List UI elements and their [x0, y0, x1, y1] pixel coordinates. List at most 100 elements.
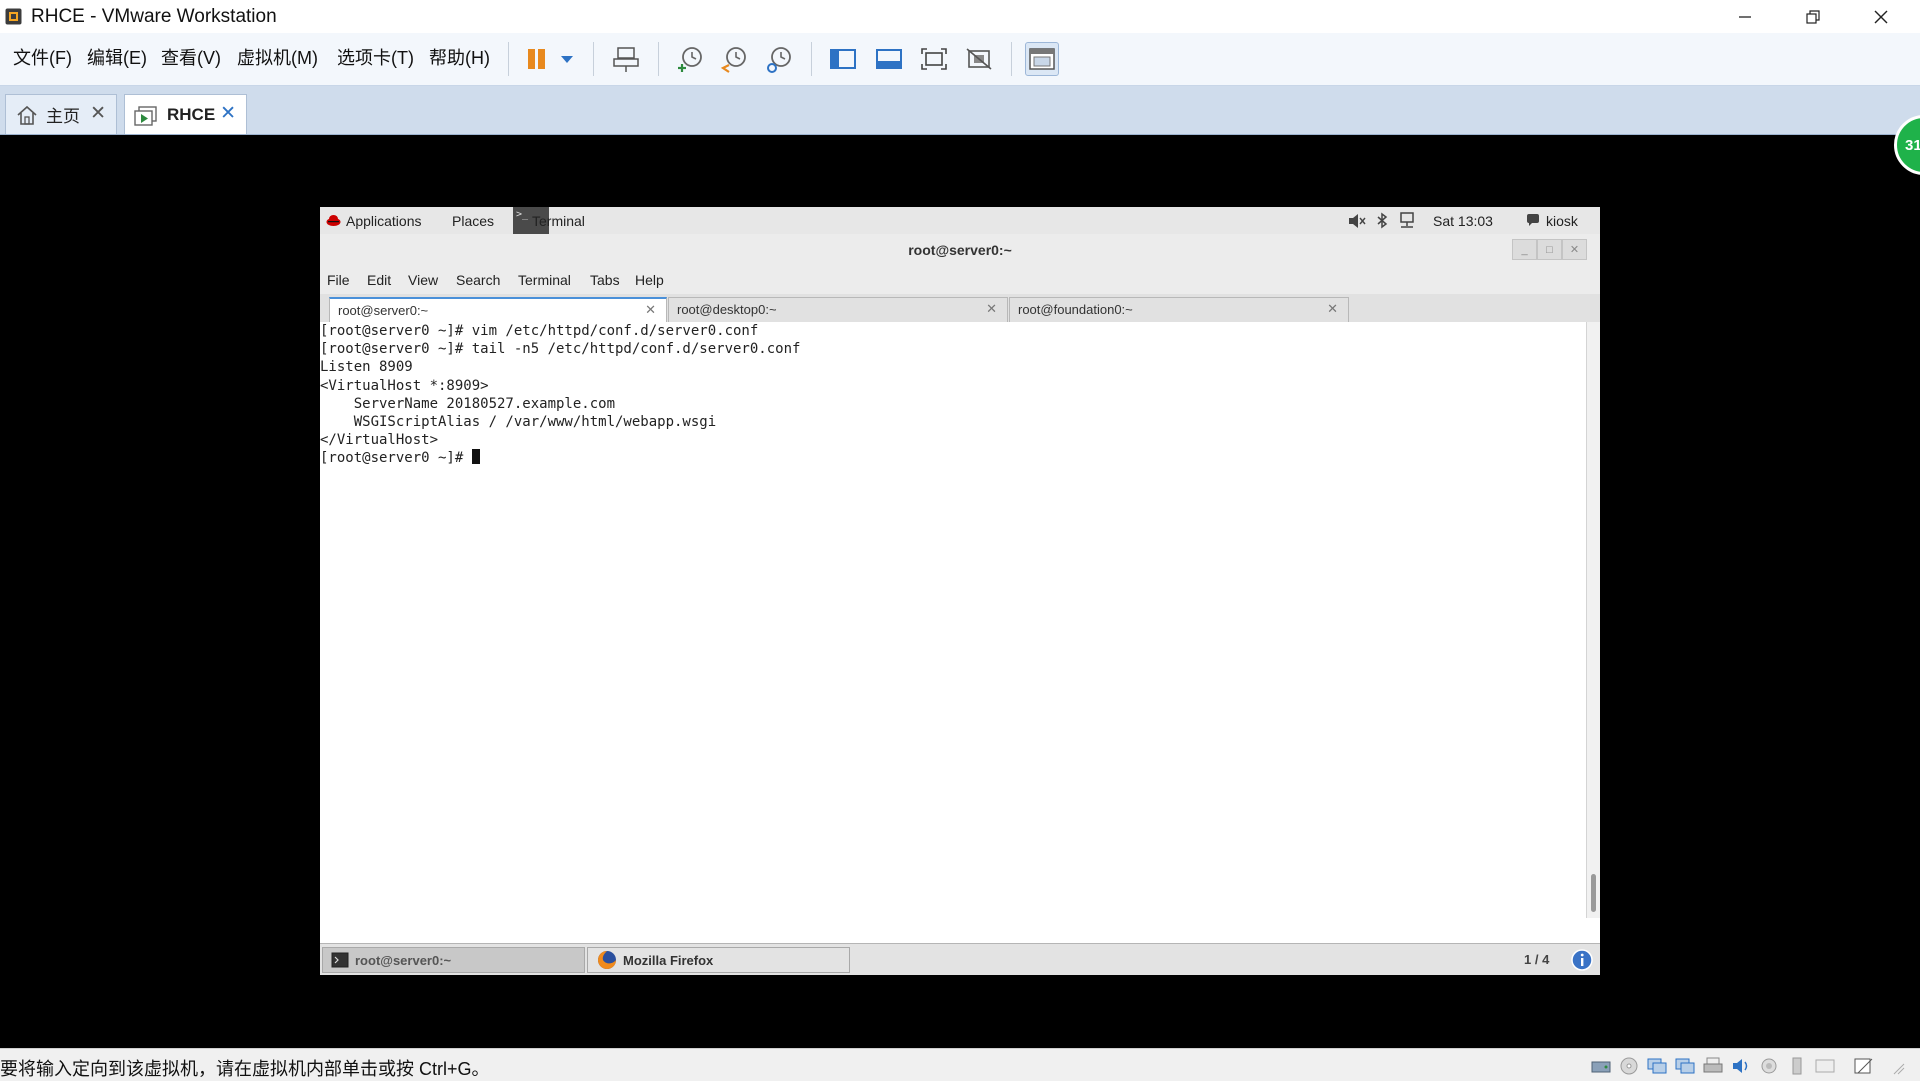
power-dropdown-button[interactable] [552, 42, 582, 76]
terminal-menu-view[interactable]: View [408, 271, 438, 289]
library-sidebar-icon [830, 49, 856, 69]
pause-icon [528, 49, 545, 69]
console-view-button[interactable] [1025, 42, 1059, 76]
menu-vm[interactable]: 虚拟机(M) [237, 47, 318, 69]
menu-help[interactable]: 帮助(H) [429, 47, 490, 69]
terminal-tab-label: root@server0:~ [338, 303, 429, 318]
terminal-menu-help[interactable]: Help [635, 271, 664, 289]
sound-card-icon[interactable] [1730, 1056, 1752, 1076]
terminal-window: root@server0:~ _ □ ✕ File Edit View Sear… [320, 234, 1600, 950]
removable-device-icon[interactable] [1786, 1056, 1808, 1076]
terminal-menu-file[interactable]: File [327, 271, 350, 289]
terminal-menu-terminal[interactable]: Terminal [518, 271, 571, 289]
home-icon [17, 105, 37, 125]
terminal-tab-server0[interactable]: root@server0:~ ✕ [329, 297, 667, 322]
terminal-line: ServerName 20180527.example.com [320, 395, 616, 412]
terminal-output[interactable]: [root@server0 ~]# vim /etc/httpd/conf.d/… [320, 322, 1586, 918]
taskbar-item-terminal[interactable]: root@server0:~ [322, 947, 585, 973]
cd-dvd-icon[interactable] [1618, 1056, 1640, 1076]
maximize-icon: □ [1546, 243, 1553, 256]
window-title: RHCE - VMware Workstation [31, 6, 277, 27]
revert-snapshot-button[interactable] [717, 42, 751, 76]
terminal-close-button[interactable]: ✕ [1562, 239, 1587, 260]
menu-file[interactable]: 文件(F) [13, 47, 72, 69]
active-app-label[interactable]: Terminal [532, 212, 585, 230]
take-snapshot-button[interactable] [673, 42, 707, 76]
terminal-line: WSGIScriptAlias / /var/www/html/webapp.w… [320, 413, 717, 430]
message-log-icon[interactable] [1852, 1056, 1874, 1076]
toolbar-separator [658, 42, 659, 76]
send-ctrl-alt-del-button[interactable] [609, 42, 643, 76]
terminal-menu-tabs[interactable]: Tabs [590, 271, 620, 289]
toolbar-separator [1011, 42, 1012, 76]
app-menubar: 文件(F) 编辑(E) 查看(V) 虚拟机(M) 选项卡(T) 帮助(H) [0, 33, 1920, 86]
toolbar-separator [593, 42, 594, 76]
terminal-line: [root@server0 ~]# tail -n5 /etc/httpd/co… [320, 341, 801, 358]
keyboard-send-icon [613, 47, 639, 72]
workspace-indicator[interactable]: 1 / 4 [1524, 952, 1549, 967]
terminal-line: [root@server0 ~]# vim /etc/httpd/conf.d/… [320, 323, 759, 339]
terminal-tab-desktop0[interactable]: root@desktop0:~ ✕ [668, 297, 1008, 322]
close-icon [1874, 10, 1888, 23]
terminal-titlebar[interactable]: root@server0:~ _ □ ✕ [320, 234, 1600, 266]
restore-icon [1806, 9, 1820, 24]
hard-disk-icon[interactable] [1590, 1056, 1612, 1076]
taskbar-item-label: root@server0:~ [355, 952, 452, 968]
tab-home[interactable]: 主页 ✕ [5, 94, 117, 134]
minimize-icon: _ [1521, 243, 1528, 256]
terminal-tab-foundation0[interactable]: root@foundation0:~ ✕ [1009, 297, 1349, 322]
info-notification-icon[interactable] [1571, 949, 1593, 971]
text-cursor [471, 449, 480, 465]
menu-edit[interactable]: 编辑(E) [87, 47, 147, 69]
close-tab-icon[interactable]: ✕ [645, 302, 656, 318]
applications-menu[interactable]: Applications [346, 212, 422, 230]
tab-rhce-label: RHCE [167, 104, 216, 124]
show-library-button[interactable] [826, 42, 860, 76]
terminal-tab-bar: root@server0:~ ✕ root@desktop0:~ ✕ root@… [320, 294, 1600, 323]
network-adapter-icon[interactable] [1674, 1056, 1696, 1076]
volume-muted-icon[interactable] [1348, 213, 1366, 229]
places-menu[interactable]: Places [452, 212, 494, 230]
firefox-icon [598, 951, 616, 969]
terminal-minimize-button[interactable]: _ [1512, 239, 1537, 260]
user-menu[interactable]: kiosk [1546, 212, 1578, 230]
bluetooth-icon[interactable] [1376, 212, 1388, 229]
terminal-maximize-button[interactable]: □ [1537, 239, 1562, 260]
taskbar-item-firefox[interactable]: Mozilla Firefox [587, 947, 850, 973]
scrollbar-thumb[interactable] [1591, 874, 1596, 912]
restore-button[interactable] [1778, 0, 1848, 33]
full-screen-button[interactable] [917, 42, 951, 76]
tab-rhce[interactable]: RHCE ✕ [124, 94, 247, 134]
unity-mode-button[interactable] [962, 42, 996, 76]
close-tab-icon[interactable]: ✕ [986, 301, 997, 317]
minimize-button[interactable] [1710, 0, 1780, 33]
vmware-logo-icon [5, 8, 22, 25]
guest-desktop[interactable]: Applications Places >_ Terminal Sat 13:0… [320, 207, 1600, 975]
close-button[interactable] [1846, 0, 1916, 33]
terminal-tab-label: root@desktop0:~ [677, 302, 777, 317]
terminal-scrollbar[interactable] [1586, 322, 1600, 918]
snapshot-manager-button[interactable] [762, 42, 796, 76]
thumbnail-bar-button[interactable] [872, 42, 906, 76]
close-tab-icon[interactable]: ✕ [90, 104, 106, 124]
clock[interactable]: Sat 13:03 [1433, 212, 1493, 230]
pause-button[interactable] [520, 42, 554, 76]
usb-device-icon[interactable] [1758, 1056, 1780, 1076]
close-tab-icon[interactable]: ✕ [1327, 301, 1338, 317]
snapshot-revert-icon [720, 47, 746, 73]
app-statusbar: 要将输入定向到该虚拟机，请在虚拟机内部单击或按 Ctrl+G。 [0, 1048, 1920, 1081]
menu-tabs[interactable]: 选项卡(T) [337, 47, 414, 69]
close-tab-icon[interactable]: ✕ [220, 104, 236, 124]
terminal-menu-edit[interactable]: Edit [367, 271, 391, 289]
terminal-icon [331, 952, 349, 968]
thumbnail-bar-icon [876, 49, 902, 69]
terminal-prompt-line[interactable]: [root@server0 ~]# [320, 449, 1586, 467]
terminal-menu-search[interactable]: Search [456, 271, 500, 289]
display-icon[interactable] [1814, 1056, 1836, 1076]
terminal-tab-label: root@foundation0:~ [1018, 302, 1133, 317]
menu-view[interactable]: 查看(V) [161, 47, 221, 69]
resize-grip-icon[interactable] [1884, 1056, 1906, 1076]
network-adapter-icon[interactable] [1646, 1056, 1668, 1076]
network-wired-icon[interactable] [1399, 212, 1415, 229]
printer-icon[interactable] [1702, 1056, 1724, 1076]
